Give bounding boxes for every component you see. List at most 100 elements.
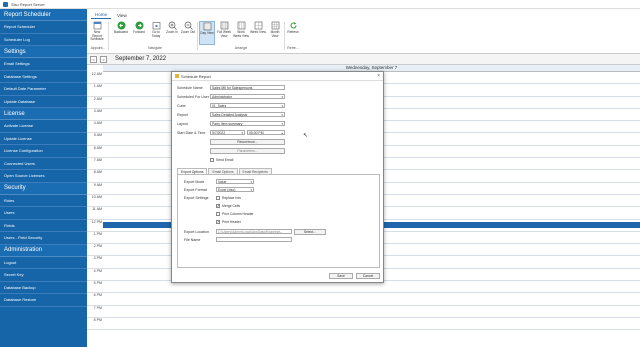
layout-select[interactable]: Party Item summary ▾ (210, 121, 285, 126)
time-label: 11 AM (87, 207, 103, 220)
sidebar-section-settings[interactable]: Settings (0, 46, 87, 58)
work-week-icon (237, 21, 246, 30)
time-label: 1 PM (87, 232, 103, 245)
time-label: 2 PM (87, 244, 103, 257)
export-mode-select[interactable]: Value ▾ (216, 179, 254, 184)
sidebar-item-activate-license[interactable]: Activate License (0, 120, 87, 133)
sidebar-section-report-scheduler[interactable]: Report Scheduler (0, 9, 87, 21)
schedule-report-icon (175, 74, 179, 78)
chevron-down-icon: ▾ (250, 180, 252, 184)
sidebar-item-default-date-parameter[interactable]: Default Date Parameter (0, 83, 87, 96)
replace-info-checkbox[interactable] (216, 196, 220, 200)
sidebar-item-logout[interactable]: Logout (0, 257, 87, 269)
sidebar-item-connected-users[interactable]: Connected Users (0, 158, 87, 170)
sidebar-section-license[interactable]: License (0, 108, 87, 120)
week-view-button[interactable]: Week View (250, 21, 266, 45)
sidebar-item-database-backup[interactable]: Database Backup (0, 282, 87, 294)
sidebar-item-open-source-licenses[interactable]: Open Source Licenses (0, 170, 87, 183)
merge-cells-checkbox[interactable]: ✓ (216, 204, 220, 208)
sidebar-item-fields[interactable]: Fields (0, 220, 87, 232)
start-date-input[interactable]: 9/7/2022 ▾ (210, 130, 245, 135)
export-settings-label: Export Settings (184, 196, 209, 200)
report-select[interactable]: Sales Detailed Analysis ▾ (210, 112, 285, 117)
sidebar-item-users[interactable]: Users (0, 207, 87, 220)
group-appointment: Appoint... (90, 46, 106, 50)
time-label: 4 PM (87, 269, 103, 282)
layout-label: Layout (177, 122, 188, 126)
sidebar-item-database-settings[interactable]: Database Settings (0, 71, 87, 83)
backward-button[interactable]: Backward (113, 21, 129, 45)
cancel-button[interactable]: Cancel (356, 273, 380, 279)
group-refresh: Refre... (287, 46, 299, 50)
time-label: 7 AM (87, 158, 103, 171)
dialog-title: Schedule Report (181, 73, 211, 79)
sidebar-item-license-configuration[interactable]: License Configuration (0, 145, 87, 158)
sidebar-item-report-scheduler[interactable]: Report Scheduler (0, 21, 87, 34)
sidebar-item-update-database[interactable]: Update Database (0, 96, 87, 108)
zoom-in-button[interactable]: Zoom In (164, 21, 180, 45)
next-date-button[interactable]: > (100, 55, 107, 63)
sidebar-item-scheduler-log[interactable]: Scheduler Log (0, 34, 87, 46)
print-column-header-checkbox[interactable] (216, 212, 220, 216)
day-view-button[interactable]: Day View (199, 21, 215, 45)
sidebar-item-roles[interactable]: Roles (0, 195, 87, 207)
time-label: 9 AM (87, 183, 103, 195)
export-format-label: Export Format (184, 188, 207, 192)
parameters-button[interactable]: Parameters... (210, 148, 285, 154)
sidebar-item-email-settings[interactable]: Email Settings (0, 58, 87, 71)
print-header-checkbox[interactable]: ✓ (216, 220, 220, 224)
time-label: 3 AM (87, 109, 103, 122)
full-week-view-button[interactable]: Full Week View (216, 21, 232, 45)
schedule-name-input[interactable]: Sales Mtl for Salespersons (210, 85, 285, 90)
send-email-checkbox[interactable] (210, 158, 214, 162)
file-name-label: File Name (184, 238, 201, 242)
save-button[interactable]: Save (329, 273, 353, 279)
recurrence-button[interactable]: Recurrence... (210, 139, 285, 145)
sidebar-section-administration[interactable]: Administration (0, 244, 87, 257)
schedule-name-label: Schedule Name (177, 86, 203, 90)
select-location-button[interactable]: Select... (294, 229, 326, 235)
sidebar-item-database-restore[interactable]: Database Restore (0, 294, 87, 307)
previous-date-button[interactable]: < (90, 55, 97, 63)
group-arrange: Arrange (234, 46, 248, 50)
sidebar-section-security[interactable]: Security (0, 182, 87, 195)
forward-button[interactable]: Forward (131, 21, 147, 45)
time-slot[interactable] (103, 317, 640, 331)
sidebar-item-secret-key[interactable]: Secret Key (0, 269, 87, 282)
export-format-select[interactable]: Excel (xlsx) ▾ (216, 187, 254, 192)
work-week-view-button[interactable]: Work Week View (233, 21, 249, 45)
chevron-down-icon: ▾ (281, 104, 283, 108)
month-view-button[interactable]: Month View (267, 21, 283, 45)
tab-home[interactable]: Home (91, 12, 112, 19)
time-label: 6 PM (87, 293, 103, 306)
start-time-input[interactable]: 05:00 PM ▴ (247, 130, 285, 135)
new-report-schedule-button[interactable]: New Report Schedule (89, 21, 105, 45)
chevron-down-icon: ▾ (250, 188, 252, 192)
time-label: 1 AM (87, 84, 103, 97)
backward-icon (117, 21, 126, 30)
chevron-down-icon: ▾ (281, 95, 283, 99)
cube-label: Cube (177, 104, 186, 108)
time-slot[interactable] (103, 293, 640, 306)
scheduled-for-user-select[interactable]: Administrator ▾ (210, 94, 285, 99)
print-header-label: Print Header (222, 220, 242, 224)
day-view-icon (203, 22, 212, 31)
export-location-input[interactable]: C:\Users\Admin\Local\AppData\Roaming\... (216, 229, 292, 234)
report-label: Report (177, 113, 188, 117)
close-icon[interactable]: × (377, 73, 380, 79)
export-options-panel: Export Mode Value ▾ Export Format Excel (… (177, 174, 380, 268)
chevron-down-icon: ▾ (281, 122, 283, 126)
sidebar-item-users-field-security[interactable]: Users - Field Security (0, 232, 87, 245)
time-label: 10 AM (87, 195, 103, 208)
cube-select[interactable]: 01_Sales ▾ (210, 103, 285, 108)
time-slot[interactable] (103, 305, 640, 318)
go-to-today-button[interactable]: Go to Today (148, 21, 164, 45)
refresh-button[interactable]: Refresh (285, 21, 301, 45)
chevron-down-icon: ▾ (281, 113, 283, 117)
time-label: 5 AM (87, 133, 103, 146)
file-name-input[interactable] (216, 237, 292, 242)
new-schedule-icon (93, 21, 102, 30)
ribbon: Home View New Report Schedule Backward F… (87, 9, 640, 54)
zoom-out-button[interactable]: Zoom Out (180, 21, 196, 45)
sidebar-item-update-license[interactable]: Update License (0, 133, 87, 145)
